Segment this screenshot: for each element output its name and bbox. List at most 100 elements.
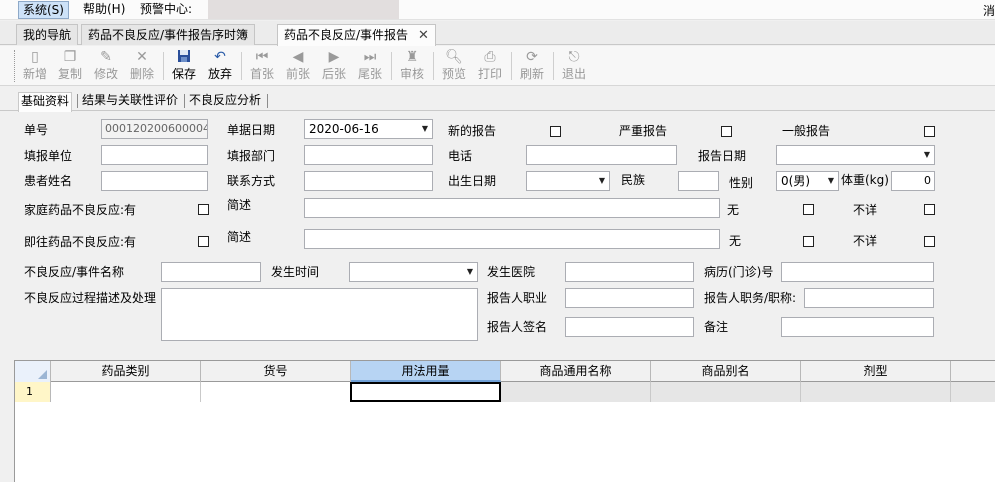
occur-time-picker[interactable]: ▼ bbox=[349, 262, 478, 282]
col-usage-dosage[interactable]: 用法用量 bbox=[351, 361, 501, 382]
past-unknown-checkbox[interactable] bbox=[924, 236, 935, 247]
reporting-unit-field[interactable] bbox=[101, 145, 208, 165]
general-report-label: 一般报告 bbox=[782, 124, 831, 138]
exit-label: 退出 bbox=[561, 67, 586, 81]
col-drug-category[interactable]: 药品类别 bbox=[51, 361, 201, 382]
tab-separator bbox=[267, 94, 268, 108]
new-button[interactable]: ▯ 新增 bbox=[20, 49, 50, 83]
doc-date-picker[interactable]: 2020-06-16 ▼ bbox=[304, 119, 433, 139]
patient-name-label: 患者姓名 bbox=[24, 174, 73, 188]
chevron-down-icon[interactable]: ▼ bbox=[599, 172, 605, 190]
new-report-checkbox[interactable] bbox=[550, 126, 561, 137]
gender-select[interactable]: 0(男) ▼ bbox=[776, 171, 839, 191]
record-no-field[interactable] bbox=[781, 262, 934, 282]
remark-field[interactable] bbox=[781, 317, 934, 337]
family-unknown-checkbox[interactable] bbox=[924, 204, 935, 215]
grid-select-all[interactable] bbox=[15, 361, 51, 382]
reporter-title-label: 报告人职务/职称: bbox=[704, 291, 797, 305]
cell-generic-name[interactable] bbox=[501, 382, 651, 402]
cell-extra[interactable] bbox=[951, 382, 995, 402]
birth-date-picker[interactable]: ▼ bbox=[526, 171, 610, 191]
gender-label: 性别 bbox=[729, 176, 754, 190]
col-dosage-form[interactable]: 剂型 bbox=[801, 361, 951, 382]
save-button[interactable]: 保存 bbox=[169, 49, 199, 83]
audit-button[interactable]: ♜ 审核 bbox=[397, 49, 427, 83]
chevron-down-icon[interactable]: ▼ bbox=[467, 263, 473, 281]
menu-system[interactable]: 系统(S) bbox=[18, 1, 69, 19]
first-button[interactable]: ⏮ 首张 bbox=[247, 49, 277, 83]
phone-field[interactable] bbox=[526, 145, 677, 165]
tab-result-evaluation[interactable]: 结果与关联性评价 bbox=[80, 92, 180, 111]
reporting-dept-field[interactable] bbox=[304, 145, 433, 165]
refresh-icon: ⟳ bbox=[526, 49, 538, 65]
patient-name-field[interactable] bbox=[101, 171, 208, 191]
discard-button[interactable]: ↶ 放弃 bbox=[205, 49, 235, 83]
tab-adr-analysis[interactable]: 不良反应分析 bbox=[187, 92, 263, 111]
process-desc-textarea[interactable] bbox=[161, 288, 478, 341]
cell-alias-name[interactable] bbox=[651, 382, 801, 402]
reporter-title-field[interactable] bbox=[804, 288, 934, 308]
edit-icon: ✎ bbox=[100, 49, 112, 65]
serious-report-checkbox[interactable] bbox=[721, 126, 732, 137]
prev-button[interactable]: ◀ 前张 bbox=[283, 49, 313, 83]
save-label: 保存 bbox=[171, 67, 196, 81]
col-generic-name[interactable]: 商品通用名称 bbox=[501, 361, 651, 382]
family-adr-label: 家庭药品不良反应:有 bbox=[24, 203, 137, 217]
tab-my-navigation[interactable]: 我的导航 bbox=[16, 24, 79, 45]
row-number[interactable]: 1 bbox=[15, 382, 51, 402]
col-item-no[interactable]: 货号 bbox=[201, 361, 351, 382]
past-brief-field[interactable] bbox=[304, 229, 720, 249]
cell-usage-dosage[interactable] bbox=[350, 382, 501, 402]
delete-button[interactable]: ✕ 删除 bbox=[127, 49, 157, 83]
hospital-field[interactable] bbox=[565, 262, 694, 282]
cell-drug-category[interactable] bbox=[51, 382, 201, 402]
drug-detail-grid[interactable]: 药品类别 货号 用法用量 商品通用名称 商品别名 剂型 1 bbox=[14, 360, 995, 482]
cell-item-no[interactable] bbox=[201, 382, 351, 402]
family-none-checkbox[interactable] bbox=[803, 204, 814, 215]
reporter-job-field[interactable] bbox=[565, 288, 694, 308]
tab-basic-info[interactable]: 基础资料 bbox=[18, 92, 73, 112]
last-button[interactable]: ⏭ 尾张 bbox=[355, 49, 385, 83]
cell-dosage-form[interactable] bbox=[801, 382, 951, 402]
weight-label: 体重(kg) bbox=[841, 173, 889, 187]
preview-button[interactable]: 🔍︎ 预览 bbox=[439, 49, 469, 83]
family-adr-checkbox[interactable] bbox=[198, 204, 209, 215]
past-adr-checkbox[interactable] bbox=[198, 236, 209, 247]
refresh-button[interactable]: ⟳ 刷新 bbox=[517, 49, 547, 83]
weight-field[interactable]: 0 bbox=[891, 171, 935, 191]
table-row[interactable]: 1 bbox=[15, 382, 995, 402]
exit-button[interactable]: ⎋ 退出 bbox=[559, 49, 589, 83]
exit-door-icon: ⎋ bbox=[568, 49, 580, 65]
contact-field[interactable] bbox=[304, 171, 433, 191]
next-button[interactable]: ▶ 后张 bbox=[319, 49, 349, 83]
menu-alert-center[interactable]: 预警中心: bbox=[136, 1, 196, 19]
chevron-down-icon[interactable]: ▼ bbox=[828, 172, 834, 190]
report-date-picker[interactable]: ▼ bbox=[776, 145, 935, 165]
family-brief-label: 简述 bbox=[227, 198, 252, 212]
chevron-down-icon[interactable]: ▼ bbox=[422, 120, 428, 138]
past-brief-label: 简述 bbox=[227, 230, 252, 244]
reporter-sign-field[interactable] bbox=[565, 317, 694, 337]
event-name-field[interactable] bbox=[161, 262, 261, 282]
toolbar-grip[interactable] bbox=[14, 50, 17, 82]
copy-button[interactable]: ❐ 复制 bbox=[55, 49, 85, 83]
event-name-label: 不良反应/事件名称 bbox=[24, 265, 125, 279]
ethnicity-label: 民族 bbox=[621, 173, 646, 187]
tab-report-list[interactable]: 药品不良反应/事件报告序时簿 bbox=[81, 24, 256, 45]
refresh-label: 刷新 bbox=[519, 67, 544, 81]
menu-help[interactable]: 帮助(H) bbox=[79, 1, 129, 19]
doc-no-field[interactable]: 000120200600004 bbox=[101, 119, 208, 139]
col-alias-name[interactable]: 商品别名 bbox=[651, 361, 801, 382]
family-brief-field[interactable] bbox=[304, 198, 720, 218]
tab-report-detail[interactable]: 药品不良反应/事件报告 ✕ bbox=[277, 24, 436, 46]
chevron-down-icon[interactable]: ▼ bbox=[924, 146, 930, 164]
modify-button[interactable]: ✎ 修改 bbox=[91, 49, 121, 83]
tab-separator bbox=[77, 94, 78, 108]
general-report-checkbox[interactable] bbox=[924, 126, 935, 137]
print-button[interactable]: ⎙ 打印 bbox=[475, 49, 505, 83]
ethnicity-field[interactable] bbox=[678, 171, 719, 191]
past-none-checkbox[interactable] bbox=[803, 236, 814, 247]
family-none-label: 无 bbox=[727, 203, 740, 217]
close-icon[interactable]: ✕ bbox=[418, 28, 429, 43]
next-label: 后张 bbox=[321, 67, 346, 81]
